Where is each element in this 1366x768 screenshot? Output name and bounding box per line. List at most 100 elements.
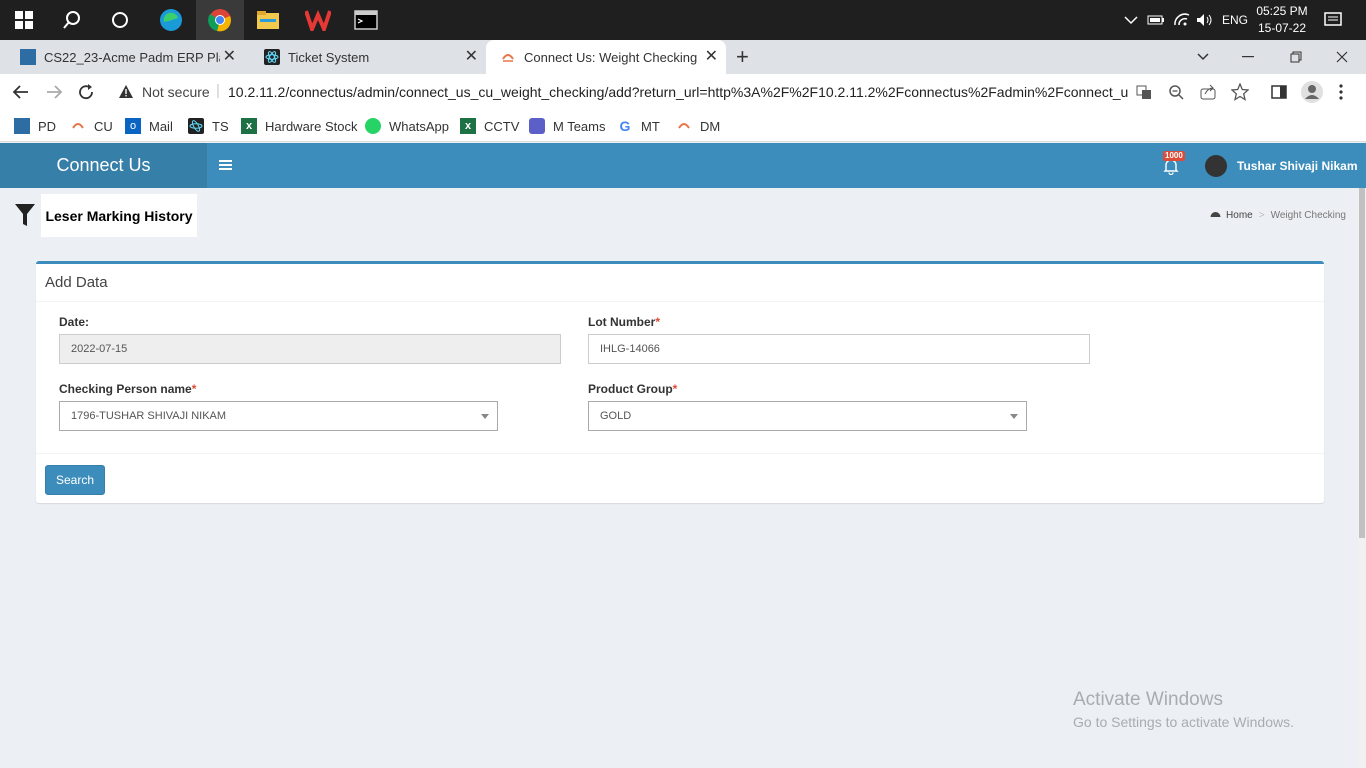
bookmark-whatsapp[interactable]: WhatsApp — [365, 116, 449, 136]
action-center-icon[interactable] — [1324, 0, 1342, 40]
windows-taskbar: ENG 05:25 PM 15-07-22 — [0, 0, 1366, 40]
filter-icon[interactable] — [15, 204, 35, 231]
tab-ticket-system[interactable]: Ticket System ✕ — [244, 40, 486, 74]
bookmark-cctv[interactable]: x CCTV — [460, 116, 519, 136]
chrome-icon[interactable] — [196, 0, 244, 40]
browser-toolbar: Not secure | 10.2.11.2/connectus/admin/c… — [0, 74, 1366, 110]
clock-date: 15-07-22 — [1257, 21, 1307, 35]
bookmark-hardware-stock[interactable]: x Hardware Stock — [241, 116, 357, 136]
tab-title: Ticket System — [288, 49, 370, 65]
product-group-select[interactable]: GOLD — [588, 401, 1027, 431]
user-name[interactable]: Tushar Shivaji Nikam — [1237, 159, 1358, 173]
volume-icon[interactable] — [1196, 0, 1214, 40]
taskbar-clock[interactable]: 05:25 PM 15-07-22 — [1254, 0, 1310, 40]
bookmark-m-teams[interactable]: M Teams — [529, 116, 606, 136]
required-mark: * — [655, 315, 661, 329]
wifi-icon[interactable] — [1173, 0, 1191, 40]
bookmark-label: CU — [94, 118, 113, 134]
product-group-label: Product Group* — [588, 382, 677, 396]
bookmark-dm[interactable]: DM — [676, 116, 720, 136]
excel-icon: x — [241, 118, 257, 134]
bookmark-label: CCTV — [484, 118, 520, 134]
dropdown-arrow-icon — [1010, 414, 1018, 419]
lot-number-label-text: Lot Number — [588, 315, 656, 329]
required-mark: * — [191, 382, 197, 396]
bookmark-pd[interactable]: PD — [14, 116, 56, 136]
breadcrumb: Home > Weight Checking — [1210, 209, 1346, 221]
google-icon: G — [619, 118, 631, 134]
bookmark-star-icon[interactable] — [1230, 82, 1250, 106]
content-area: Leser Marking History Home > Weight Chec… — [0, 188, 1366, 768]
window-close-icon[interactable] — [1336, 40, 1356, 74]
close-icon[interactable]: ✕ — [465, 48, 478, 66]
checking-person-label: Checking Person name* — [59, 382, 196, 396]
react-icon — [188, 118, 204, 134]
bookmark-mail[interactable]: o Mail — [125, 116, 173, 136]
selected-value: GOLD — [600, 410, 632, 422]
connect-us-favicon-icon — [500, 49, 516, 65]
search-icon[interactable] — [48, 0, 96, 40]
app-logo[interactable]: Connect Us — [0, 143, 207, 188]
outlook-icon: o — [125, 118, 141, 134]
bookmark-mt[interactable]: G MT — [617, 116, 660, 136]
avatar[interactable] — [1205, 155, 1227, 177]
bookmark-cu[interactable]: CU — [70, 116, 113, 136]
checking-person-select[interactable]: 1796-TUSHAR SHIVAJI NIKAM — [59, 401, 498, 431]
restore-icon[interactable] — [1290, 40, 1310, 74]
tab-weight-checking[interactable]: Connect Us: Weight Checking ✕ — [486, 40, 726, 74]
bookmark-label: WhatsApp — [389, 118, 449, 134]
language-indicator[interactable]: ENG — [1222, 0, 1248, 40]
not-secure-label[interactable]: Not secure — [142, 84, 210, 100]
cortana-icon[interactable] — [96, 0, 144, 40]
search-button[interactable]: Search — [45, 465, 105, 495]
product-group-label-text: Product Group — [588, 382, 673, 396]
checking-person-label-text: Checking Person name — [59, 382, 192, 396]
battery-icon[interactable] — [1147, 0, 1165, 40]
activate-windows-title: Activate Windows — [1073, 689, 1223, 710]
close-icon[interactable]: ✕ — [705, 48, 718, 66]
url-field[interactable]: 10.2.11.2/connectus/admin/connect_us_cu_… — [228, 84, 1128, 100]
windows-start-icon[interactable] — [0, 0, 48, 40]
activate-windows-subtitle: Go to Settings to activate Windows. — [1073, 714, 1294, 730]
tab-title: CS22_23-Acme Padm ERP Platfor — [44, 49, 220, 65]
bookmark-label: DM — [700, 118, 721, 134]
forward-icon[interactable] — [45, 83, 63, 106]
tab-search-chevron-icon[interactable] — [1196, 40, 1216, 74]
bookmark-ts[interactable]: TS — [188, 116, 229, 136]
wps-office-icon[interactable] — [294, 0, 342, 40]
warning-icon[interactable] — [118, 84, 134, 105]
side-panel-icon[interactable] — [1271, 84, 1287, 105]
page-title: Leser Marking History — [41, 194, 197, 237]
lot-number-label: Lot Number* — [588, 315, 660, 329]
sidebar-toggle-icon[interactable] — [219, 158, 233, 177]
bookmark-label: M Teams — [553, 118, 606, 134]
new-tab-icon[interactable]: + — [736, 40, 760, 74]
add-data-box: Add Data Date: 2022-07-15 Lot Number* IH… — [36, 261, 1324, 503]
breadcrumb-home[interactable]: Home — [1226, 210, 1253, 221]
tray-chevron-icon[interactable] — [1124, 0, 1140, 40]
scrollbar-thumb[interactable] — [1359, 188, 1365, 538]
box-divider — [36, 301, 1324, 302]
minimize-icon[interactable] — [1242, 40, 1262, 74]
lot-number-field[interactable]: IHLG-14066 — [588, 334, 1090, 364]
close-icon[interactable]: ✕ — [223, 48, 236, 66]
profile-icon[interactable] — [1301, 81, 1323, 103]
zoom-icon[interactable] — [1168, 84, 1184, 105]
pd-icon — [14, 118, 30, 134]
terminal-icon[interactable] — [342, 0, 390, 40]
translate-icon[interactable] — [1136, 84, 1152, 105]
connect-us-icon — [676, 118, 692, 134]
box-footer-divider — [36, 453, 1324, 454]
edge-icon[interactable] — [147, 0, 195, 40]
page-scrollbar[interactable] — [1358, 188, 1366, 768]
chrome-menu-icon[interactable] — [1338, 84, 1344, 105]
tab-erp[interactable]: CS22_23-Acme Padm ERP Platfor ✕ — [0, 40, 244, 74]
file-explorer-icon[interactable] — [244, 0, 292, 40]
share-icon[interactable] — [1200, 84, 1216, 105]
back-icon[interactable] — [12, 83, 30, 106]
date-field[interactable]: 2022-07-15 — [59, 334, 561, 364]
app-header: Connect Us 1000 Tushar Shivaji Nikam — [0, 143, 1366, 188]
bookmarks-bar: PD CU o Mail TS x Hardware Stock WhatsApp … — [0, 110, 1366, 142]
reload-icon[interactable] — [77, 83, 95, 106]
bookmark-label: MT — [641, 118, 660, 134]
